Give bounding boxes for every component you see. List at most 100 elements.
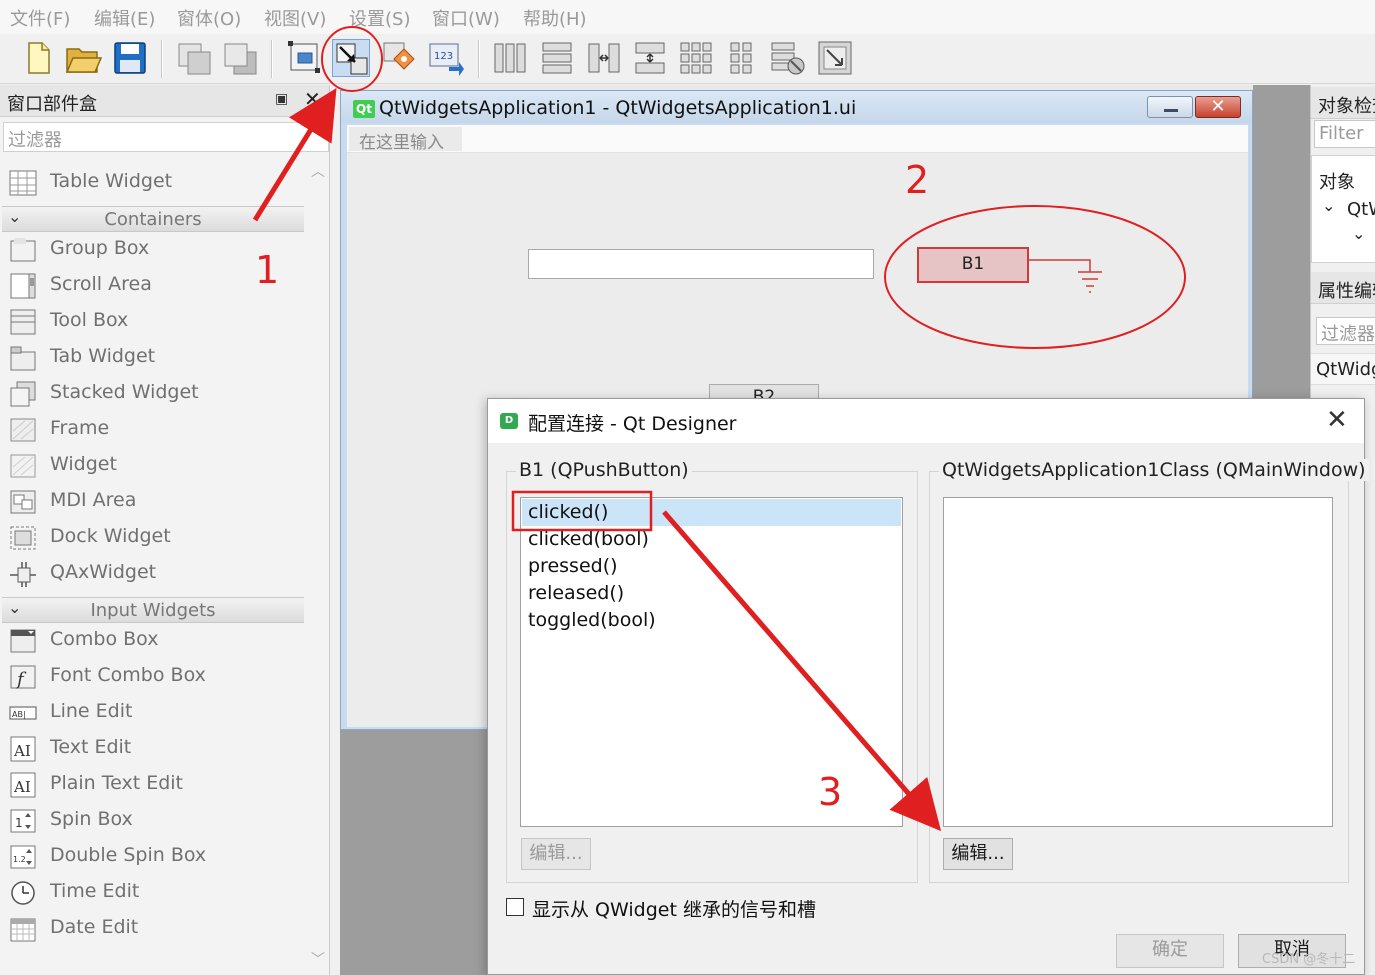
signal-list[interactable]: clicked() clicked(bool) pressed() releas… xyxy=(520,497,903,827)
layout-form-icon[interactable] xyxy=(723,39,761,77)
widget-box-item[interactable]: Table Widget xyxy=(0,165,306,201)
signal-item-released[interactable]: released() xyxy=(522,580,901,607)
widget-box-dock: 窗口部件盒 ▣ ✕ 过滤器 Table Widget ⌄ Containers Gro… xyxy=(0,85,330,975)
edit-widgets-icon[interactable] xyxy=(286,39,324,77)
tree-expand-child-icon[interactable]: ⌄ xyxy=(1352,224,1365,243)
float-dock-icon[interactable]: ▣ xyxy=(275,91,288,107)
widget-box-scrollbar[interactable]: ︿ ﹀ xyxy=(308,153,328,975)
property-filter-input[interactable]: 过滤器 xyxy=(1316,317,1375,345)
send-to-back-icon[interactable] xyxy=(176,39,214,77)
minimize-button[interactable] xyxy=(1147,96,1193,118)
layout-vertical-icon[interactable] xyxy=(538,39,576,77)
widget-box-title-bar: 窗口部件盒 ▣ ✕ xyxy=(0,85,329,117)
close-button[interactable]: ✕ xyxy=(1195,96,1241,118)
table-icon xyxy=(8,169,38,197)
widget-box-item-label: Text Edit xyxy=(50,736,132,758)
configure-connection-dialog: D 配置连接 - Qt Designer ✕ B1 (QPushButton) … xyxy=(487,398,1369,975)
mdi-area-icon xyxy=(8,488,38,516)
filter-placeholder: 过滤器 xyxy=(8,130,62,151)
show-inherited-checkbox[interactable] xyxy=(506,898,524,916)
widget-category-header[interactable]: ⌄ Containers xyxy=(2,206,304,232)
line-edit-widget[interactable] xyxy=(528,249,874,279)
show-inherited-label: 显示从 QWidget 继承的信号和槽 xyxy=(532,899,816,921)
widget-category-header[interactable]: ⌄ Input Widgets xyxy=(2,597,304,623)
widget-box-item[interactable]: f Font Combo Box xyxy=(0,659,306,695)
layout-horizontal-splitter-icon[interactable] xyxy=(585,39,623,77)
widget-box-item-label: Spin Box xyxy=(50,808,133,830)
layout-grid-icon[interactable] xyxy=(677,39,715,77)
layout-vertical-splitter-icon[interactable] xyxy=(631,39,669,77)
signal-item-clicked[interactable]: clicked() xyxy=(522,499,901,526)
new-file-icon[interactable] xyxy=(18,39,56,77)
widget-box-item[interactable]: Frame xyxy=(0,412,306,448)
widget-box-title: 窗口部件盒 xyxy=(7,94,97,115)
push-button-b1[interactable]: B1 xyxy=(917,247,1029,283)
widget-box-item-label: Stacked Widget xyxy=(50,381,199,403)
menu-view[interactable]: 视图(V) xyxy=(264,5,326,31)
widget-box-item[interactable]: Widget xyxy=(0,448,306,484)
widget-category-label: Input Widgets xyxy=(90,600,216,621)
widget-box-item-label: QAxWidget xyxy=(50,561,157,583)
menu-form[interactable]: 窗体(O) xyxy=(177,5,241,31)
menu-help[interactable]: 帮助(H) xyxy=(523,5,587,31)
scroll-down-icon[interactable]: ﹀ xyxy=(311,949,325,969)
menu-file[interactable]: 文件(F) xyxy=(10,5,70,31)
form-window-title-bar: Qt QtWidgetsApplication1 - QtWidgetsAppl… xyxy=(341,91,1252,123)
widget-box-item[interactable]: AI Text Edit xyxy=(0,731,306,767)
break-layout-icon[interactable] xyxy=(769,39,807,77)
object-filter-placeholder: Filter xyxy=(1319,123,1364,144)
widget-icon xyxy=(8,452,38,480)
bring-to-front-icon[interactable] xyxy=(222,39,260,77)
edit-slots-button[interactable]: 编辑... xyxy=(943,838,1013,870)
signal-item-toggled[interactable]: toggled(bool) xyxy=(522,607,901,634)
menubar: 文件(F) 编辑(E) 窗体(O) 视图(V) 设置(S) 窗口(W) 帮助(H… xyxy=(0,0,1375,34)
edit-signals-button[interactable]: 编辑... xyxy=(521,838,591,870)
edit-signals-slots-icon[interactable] xyxy=(332,39,370,77)
widget-box-item[interactable]: MDI Area xyxy=(0,484,306,520)
widget-box-item-label: Combo Box xyxy=(50,628,159,650)
tree-expand-icon[interactable]: ⌄ xyxy=(1322,196,1335,215)
object-tree-item[interactable]: QtWidgetsApplication1Class xyxy=(1347,199,1375,220)
widget-box-item[interactable]: Tab Widget xyxy=(0,340,306,376)
widget-box-item[interactable]: AI Plain Text Edit xyxy=(0,767,306,803)
edit-tab-order-icon[interactable]: 123 xyxy=(427,39,465,77)
dialog-close-icon[interactable]: ✕ xyxy=(1326,405,1348,435)
menu-settings[interactable]: 设置(S) xyxy=(349,5,410,31)
signal-item-pressed[interactable]: pressed() xyxy=(522,553,901,580)
widget-box-item[interactable]: Time Edit xyxy=(0,875,306,911)
edit-buddies-icon[interactable] xyxy=(380,39,418,77)
widget-box-item[interactable]: Stacked Widget xyxy=(0,376,306,412)
widget-box-item[interactable]: 1 Spin Box xyxy=(0,803,306,839)
widget-box-item[interactable]: AB| Line Edit xyxy=(0,695,306,731)
widget-box-item[interactable]: QAxWidget xyxy=(0,556,306,592)
main-toolbar: 123 xyxy=(0,34,1375,84)
scroll-up-icon[interactable]: ︿ xyxy=(311,161,325,181)
ok-button[interactable]: 确定 xyxy=(1116,934,1224,968)
signal-label: clicked(bool) xyxy=(528,528,649,550)
slot-list[interactable] xyxy=(943,497,1333,827)
svg-text:AI: AI xyxy=(13,778,31,796)
tool-box-icon xyxy=(8,308,38,336)
adjust-size-icon[interactable] xyxy=(816,39,854,77)
slot-group-title: QtWidgetsApplication1Class (QMainWindow) xyxy=(939,459,1369,481)
menu-window[interactable]: 窗口(W) xyxy=(432,5,500,31)
widget-box-item[interactable]: Tool Box xyxy=(0,304,306,340)
layout-horizontal-icon[interactable] xyxy=(491,39,529,77)
open-folder-icon[interactable] xyxy=(64,39,103,77)
widget-box-item-label: Line Edit xyxy=(50,700,133,722)
signal-item-clicked-bool[interactable]: clicked(bool) xyxy=(522,526,901,553)
menu-edit[interactable]: 编辑(E) xyxy=(94,5,155,31)
widget-box-item[interactable]: Date Edit xyxy=(0,911,306,947)
connection-ground-icon xyxy=(1028,259,1102,293)
annotation-step-2: 2 xyxy=(905,158,930,202)
menu-type-here-item[interactable]: 在这里输入 xyxy=(349,127,462,153)
object-filter-input[interactable]: Filter xyxy=(1314,120,1375,148)
widget-box-item[interactable]: 1.2 Double Spin Box xyxy=(0,839,306,875)
save-icon[interactable] xyxy=(111,39,149,77)
close-dock-icon[interactable]: ✕ xyxy=(304,87,321,111)
widget-box-item[interactable]: Dock Widget xyxy=(0,520,306,556)
widget-box-item-label: Frame xyxy=(50,417,110,439)
widget-box-item[interactable]: Combo Box xyxy=(0,623,306,659)
qt-logo-icon: Qt xyxy=(353,100,375,118)
widget-box-filter-input[interactable]: 过滤器 xyxy=(3,122,329,152)
